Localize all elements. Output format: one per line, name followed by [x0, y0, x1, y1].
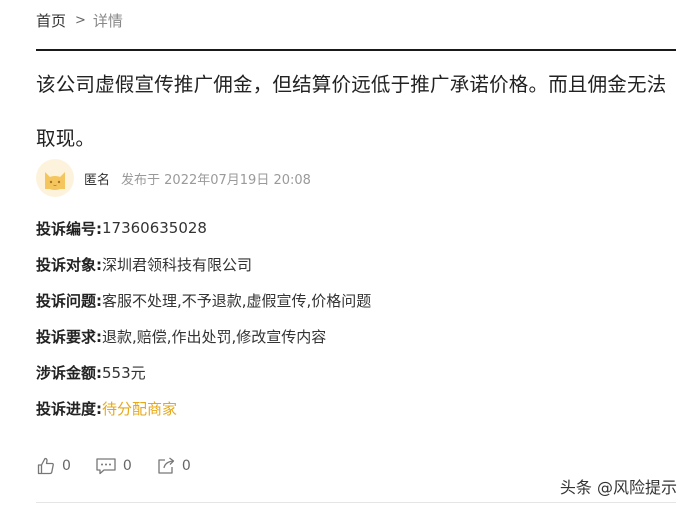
breadcrumb-separator: > [75, 12, 86, 28]
post-meta: 匿名 发布于 2022年07月19日 20:08 [36, 158, 311, 198]
action-bar: 0 0 0 [36, 454, 215, 478]
field-label: 投诉进度: [36, 399, 102, 418]
field-complaint-demand: 投诉要求: 退款,赔偿,作出处罚,修改宣传内容 [36, 318, 371, 354]
field-label: 涉诉金额: [36, 363, 102, 382]
field-value: 客服不处理,不予退款,虚假宣传,价格问题 [102, 291, 372, 310]
field-label: 投诉编号: [36, 219, 102, 238]
like-count: 0 [62, 458, 71, 474]
field-label: 投诉要求: [36, 327, 102, 346]
field-complaint-target: 投诉对象: 深圳君领科技有限公司 [36, 246, 371, 282]
header-divider [36, 49, 676, 51]
footer-divider [36, 502, 676, 503]
share-count: 0 [181, 458, 191, 474]
thumbs-up-icon [37, 457, 54, 475]
complaint-content: 该公司虚假宣传推广佣金，但结算价远低于推广承诺价格。而且佣金无法取现。 [36, 73, 667, 150]
watermark: 头条 @风险提示 [559, 478, 677, 497]
status-badge: 待分配商家 [102, 399, 178, 418]
field-complaint-number: 投诉编号: 17360635028 [36, 210, 371, 246]
complaint-fields: 投诉编号: 17360635028 投诉对象: 深圳君领科技有限公司 投诉问题:… [36, 210, 371, 426]
field-label: 投诉对象: [36, 255, 102, 274]
field-value: 553元 [102, 363, 146, 382]
field-label: 投诉问题: [36, 291, 102, 310]
breadcrumb: 首页 > 详情 [36, 10, 123, 30]
comment-count: 0 [122, 458, 132, 474]
field-complaint-issue: 投诉问题: 客服不处理,不予退款,虚假宣传,价格问题 [36, 282, 371, 318]
complaint-detail-page: 首页 > 详情 该公司虚假宣传推广佣金，但结算价远低于推广承诺价格。而且佣金无法… [0, 0, 695, 509]
breadcrumb-home-link[interactable]: 首页 [36, 10, 66, 31]
comment-button[interactable]: 0 [95, 456, 132, 476]
field-value: 17360635028 [102, 219, 207, 237]
post-timestamp: 发布于 2022年07月19日 20:08 [121, 172, 311, 188]
field-value[interactable]: 深圳君领科技有限公司 [102, 254, 252, 275]
author-name: 匿名 [84, 172, 111, 188]
share-button[interactable]: 0 [156, 456, 191, 476]
cat-avatar-svg [45, 172, 65, 190]
comment-icon [96, 458, 116, 475]
cat-avatar-icon [36, 159, 74, 197]
breadcrumb-current: 详情 [92, 11, 123, 30]
like-button[interactable]: 0 [36, 456, 71, 476]
field-complaint-progress: 投诉进度: 待分配商家 [36, 390, 371, 426]
field-complaint-amount: 涉诉金额: 553元 [36, 354, 371, 390]
share-icon [158, 457, 174, 474]
field-value: 退款,赔偿,作出处罚,修改宣传内容 [102, 327, 327, 346]
